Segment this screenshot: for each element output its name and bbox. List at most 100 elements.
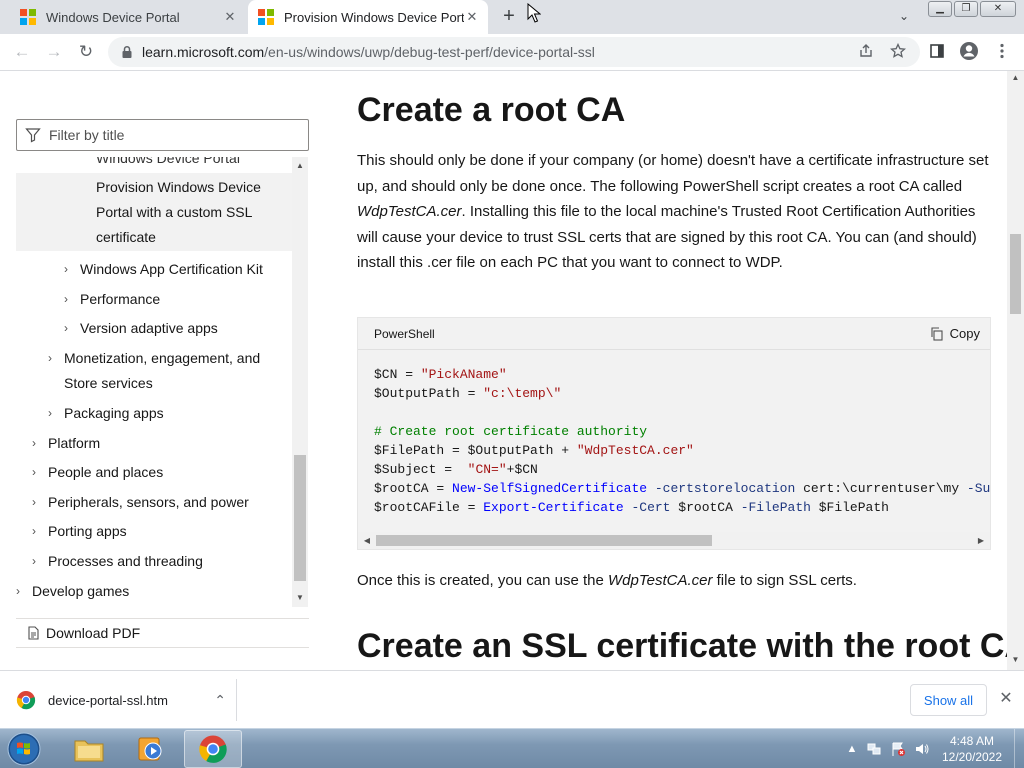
show-desktop-button[interactable] [1014,729,1024,768]
taskbar-file-explorer[interactable] [60,730,118,768]
toc-item-windows-device-portal[interactable]: Windows Device Portal [16,157,292,171]
code-line: $Subject = "CN="+$CN [374,460,990,479]
address-bar[interactable]: learn.microsoft.com/en-us/windows/uwp/de… [108,37,920,67]
filename-emphasis: WdpTestCA.cer [357,203,462,221]
filter-input[interactable] [49,127,308,143]
clock-time: 4:48 AM [949,734,995,748]
code-token: "PickAName" [420,367,507,382]
code-token: = [397,367,421,382]
code-scroll-thumb[interactable] [376,535,712,546]
tab-title: Provision Windows Device Portal with a c… [284,9,464,25]
chevron-right-icon: › [16,584,20,598]
action-center-flag-icon[interactable] [890,741,906,757]
text-span: This should only be done if your company… [357,152,989,195]
page-scroll-thumb[interactable] [1010,234,1021,314]
toc-item-porting[interactable]: › Porting apps [16,519,292,544]
code-content[interactable]: $CN = "PickAName" $OutputPath = "c:\temp\… [374,365,990,525]
code-token: = [459,500,484,515]
share-icon[interactable] [855,40,877,62]
pdf-document-icon [28,626,39,640]
scroll-left-arrow-icon[interactable]: ◀ [360,532,374,549]
filter-box[interactable] [16,119,309,151]
chevron-right-icon: › [32,436,36,450]
chevron-right-icon: › [48,351,52,365]
toc-item-label: Windows App Certification Kit [80,261,263,277]
window-close-button[interactable]: ✕ [980,1,1016,17]
toc-item-peripherals[interactable]: › Peripherals, sensors, and power [16,490,292,515]
toc-item-develop-games[interactable]: › Develop games [16,579,292,604]
toc-scroll-thumb[interactable] [294,455,306,581]
code-horizontal-scrollbar[interactable]: ◀ ▶ [358,532,990,549]
start-button[interactable] [4,730,44,768]
toc-item-label: Performance [80,291,161,307]
close-shelf-icon[interactable]: ✕ [996,689,1016,709]
chevron-up-icon[interactable]: ⌃ [214,692,226,709]
tab-windows-device-portal[interactable]: Windows Device Portal ✕ [10,0,246,34]
code-token: $CN [374,367,398,382]
filter-icon [25,128,41,143]
download-pdf-link[interactable]: Download PDF [16,618,309,648]
copy-label: Copy [949,326,980,341]
back-icon[interactable]: ← [10,40,34,64]
toc-item-provision-selected[interactable]: Provision Windows Device Portal with a c… [16,173,292,251]
code-token: = [436,462,468,477]
toc-item-app-cert-kit[interactable]: › Windows App Certification Kit [16,257,292,282]
volume-icon[interactable] [914,741,930,757]
toc-item-performance[interactable]: › Performance [16,287,292,312]
scroll-down-arrow-icon[interactable]: ▼ [292,591,308,605]
code-token: cert:\currentuser\my [795,481,960,496]
taskbar-chrome[interactable] [184,730,242,768]
scroll-up-arrow-icon[interactable]: ▲ [292,159,308,173]
url-domain: learn.microsoft.com [142,44,265,60]
scroll-right-arrow-icon[interactable]: ▶ [974,532,988,549]
taskbar-clock[interactable]: 4:48 AM 12/20/2022 [936,733,1008,765]
bookmark-star-icon[interactable] [887,40,909,62]
scroll-down-arrow-icon[interactable]: ▼ [1007,655,1024,669]
reload-icon[interactable]: ↻ [74,40,98,64]
code-block: PowerShell Copy $CN = "PickAName" $Output… [357,317,991,550]
download-item[interactable]: device-portal-ssl.htm ⌃ [16,683,226,717]
toc-item-platform[interactable]: › Platform [16,431,292,456]
tab-provision-device-portal[interactable]: Provision Windows Device Portal with a c… [248,0,488,34]
new-tab-button[interactable]: + [498,6,520,28]
tab-close-icon[interactable]: ✕ [464,9,480,25]
code-line: $CN = "PickAName" [374,365,990,384]
code-line: $rootCAFile = Export-Certificate -Cert $… [374,498,990,517]
menu-kebab-icon[interactable] [991,40,1013,62]
page-scrollbar[interactable]: ▲ ▼ [1007,71,1024,670]
toc-item-label: Peripherals, sensors, and power [48,494,249,510]
download-shelf: device-portal-ssl.htm ⌃ Show all ✕ [0,670,1024,728]
scroll-up-arrow-icon[interactable]: ▲ [1007,73,1024,87]
toc-scrollbar[interactable]: ▲ ▼ [292,157,308,607]
taskbar-media-player[interactable] [122,730,180,768]
network-icon[interactable] [866,741,882,757]
forward-icon[interactable]: → [42,40,66,64]
windows-start-orb-icon [7,732,41,766]
show-all-button[interactable]: Show all [910,684,987,716]
toc-item-label: Monetization, engagement, and [64,350,261,366]
toc-item-monetization[interactable]: › Monetization, engagement, and Store se… [16,346,292,396]
toc-item-label: Platform [48,435,101,451]
toc-item-packaging[interactable]: › Packaging apps [16,401,292,426]
code-token: = [459,386,484,401]
code-header: PowerShell Copy [358,318,990,350]
tab-search-icon[interactable]: ⌄ [896,9,912,25]
tab-close-icon[interactable]: ✕ [222,9,238,25]
toc-item-version-adaptive[interactable]: › Version adaptive apps [16,316,292,341]
toc-item-processes[interactable]: › Processes and threading [16,549,292,574]
side-panel-icon[interactable] [926,40,948,62]
minimize-button[interactable]: ▁ [928,1,952,17]
toc-item-label: Packaging apps [64,405,164,421]
restore-button[interactable]: ❐ [954,1,978,17]
download-pdf-label: Download PDF [46,625,141,641]
toc-item-people-places[interactable]: › People and places [16,460,292,485]
tray-expand-icon[interactable]: ▲ [844,741,860,757]
heading-create-root-ca: Create a root CA [357,91,626,129]
filename-emphasis: WdpTestCA.cer [607,572,713,589]
chrome-logo-icon [16,691,36,710]
profile-avatar-icon[interactable] [958,40,980,62]
code-token: $rootCAFile [374,500,460,515]
copy-button[interactable]: Copy [930,326,980,341]
code-token: $FilePath [810,500,889,515]
text-span: Once this is created, you can use the [357,572,608,589]
